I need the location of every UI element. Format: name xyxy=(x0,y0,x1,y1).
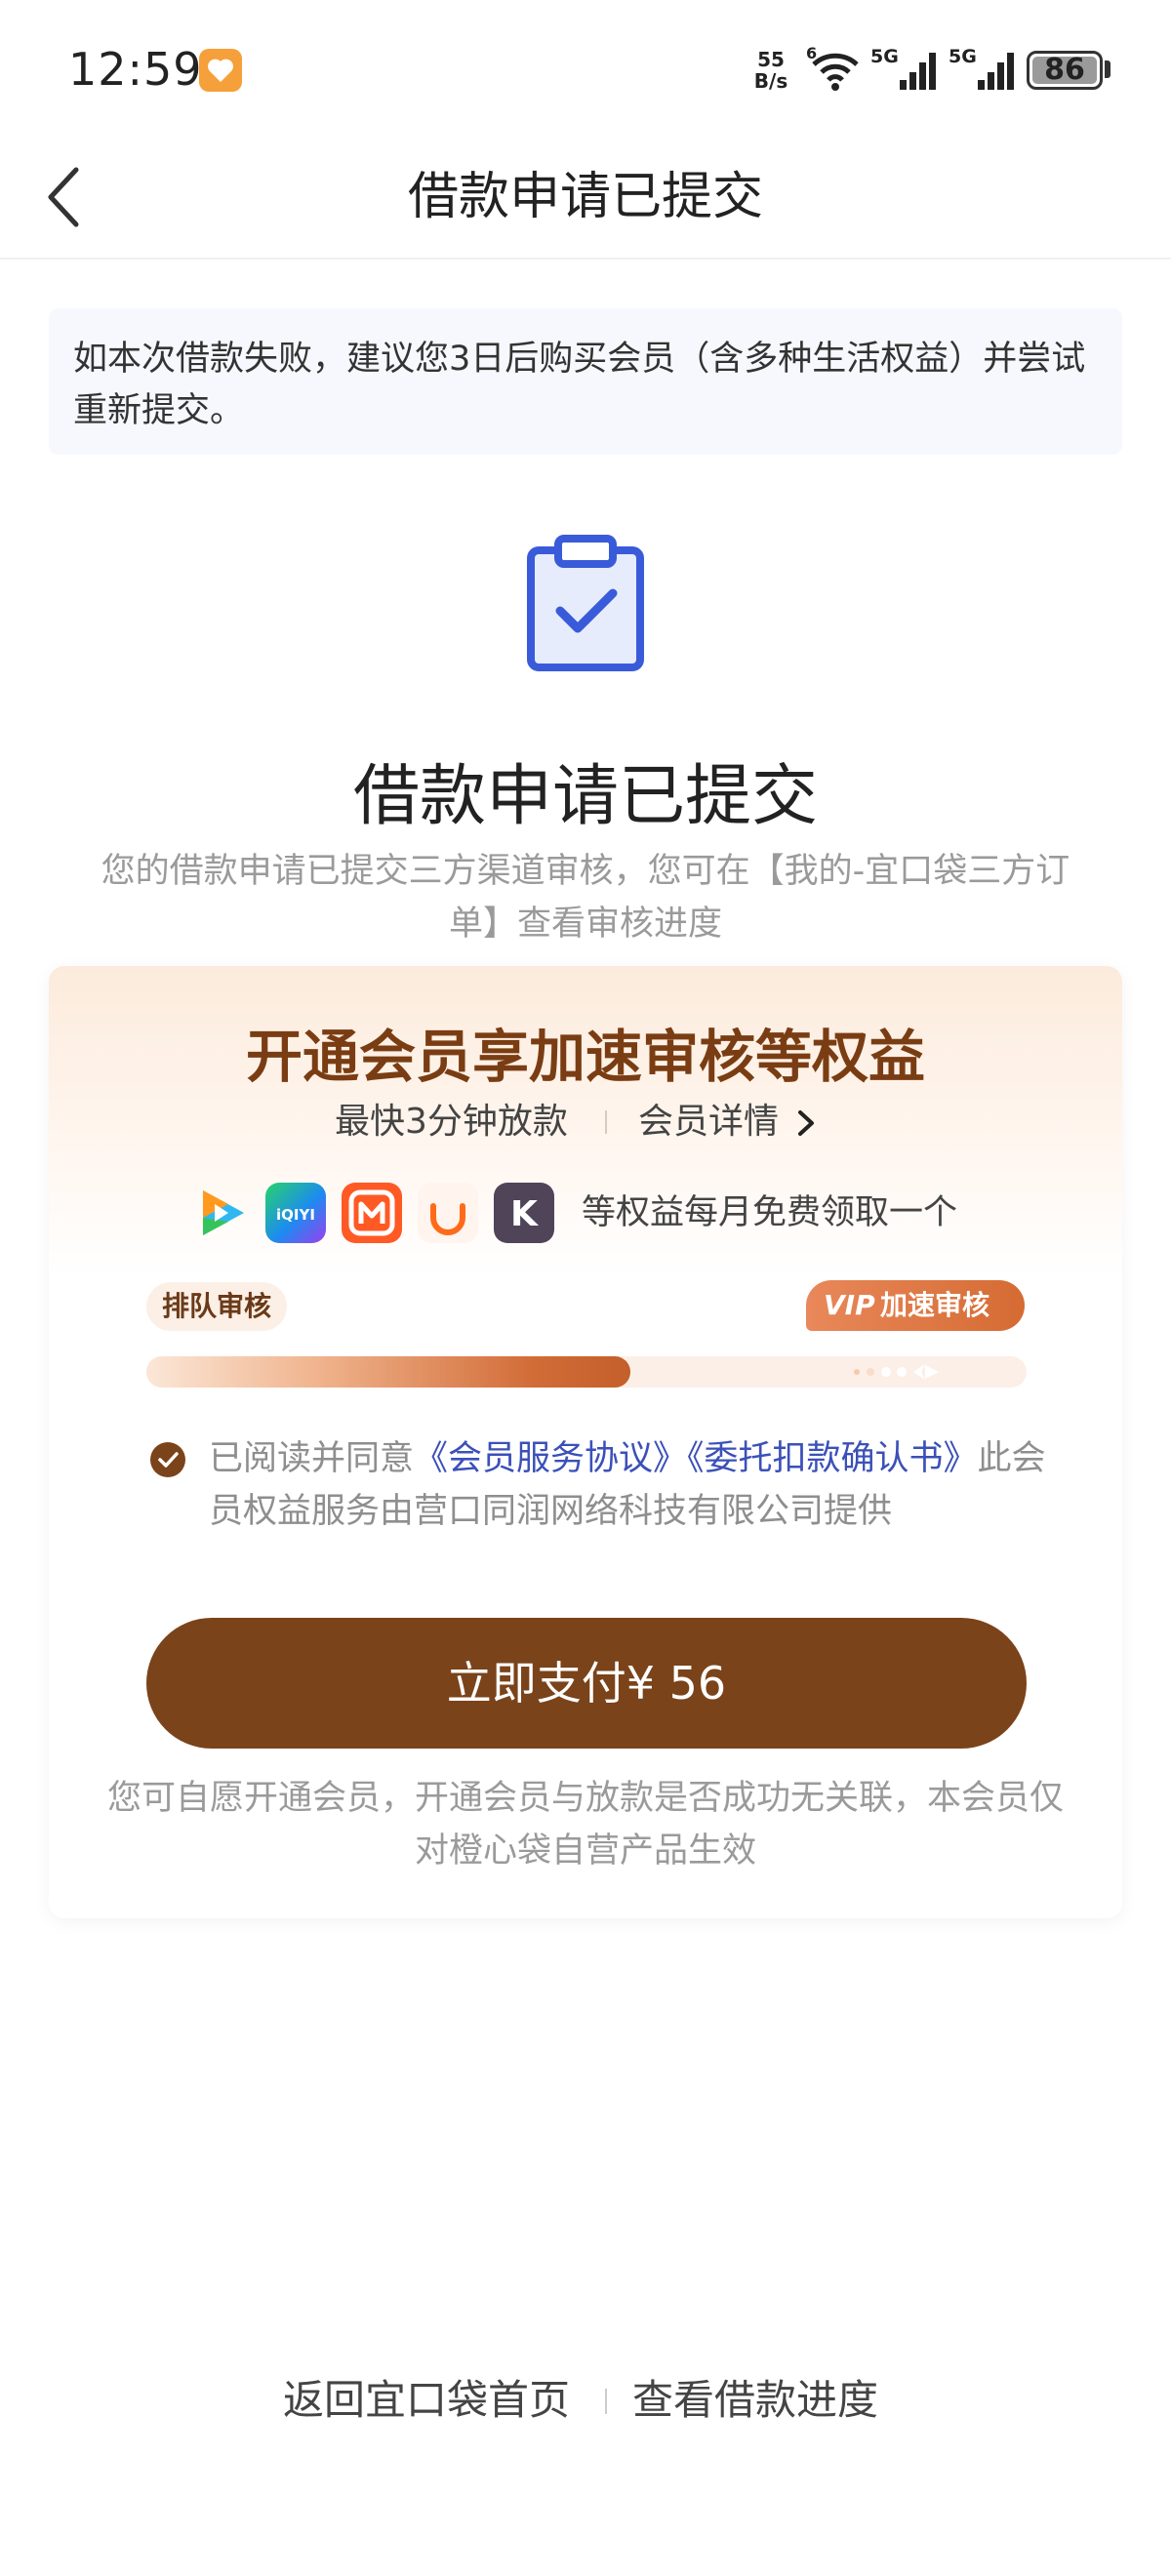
benefit-apps-text: 等权益每月免费领取一个 xyxy=(582,1193,958,1232)
mango-tv-icon xyxy=(342,1183,402,1243)
page-title: 借款申请已提交 xyxy=(407,168,763,226)
vip-detail-link[interactable]: 会员详情 xyxy=(638,1095,779,1149)
divider xyxy=(605,1110,607,1134)
vip-logo: VIP xyxy=(824,1289,875,1321)
svg-text:iQIYI: iQIYI xyxy=(276,1206,315,1224)
signal-5g-icon: 5G xyxy=(949,46,1014,90)
vip-fast-review-label: 加速审核 xyxy=(880,1289,990,1321)
battery-level: 86 xyxy=(1044,53,1085,87)
network-speed: 55 B/s xyxy=(753,48,788,93)
chevron-left-icon xyxy=(48,167,79,227)
didi-icon xyxy=(418,1183,478,1243)
agreement-prefix: 已阅读并同意 xyxy=(209,1439,415,1478)
review-progress-bar xyxy=(146,1356,1027,1388)
vip-card: 开通会员享加速审核等权益 最快3分钟放款 会员详情 iQIYI K 等权益每月免… xyxy=(49,966,1122,1918)
failure-notice: 如本次借款失败，建议您3日后购买会员（含多种生活权益）并尝试重新提交。 xyxy=(49,308,1122,455)
benefit-apps-row: iQIYI K 等权益每月免费领取一个 xyxy=(49,1183,1122,1247)
svg-text:K: K xyxy=(510,1194,539,1234)
member-service-agreement-link[interactable]: 《会员服务协议》 xyxy=(414,1439,687,1478)
chevron-right-icon[interactable] xyxy=(794,1108,818,1138)
vip-subtitle-row: 最快3分钟放款 会员详情 xyxy=(49,1095,1122,1149)
result-title: 借款申请已提交 xyxy=(352,758,818,835)
back-button[interactable] xyxy=(39,158,107,236)
svg-text:5G: 5G xyxy=(870,46,899,67)
iqiyi-icon: iQIYI xyxy=(265,1183,326,1243)
tencent-video-icon xyxy=(191,1183,252,1243)
battery-icon: 86 xyxy=(1027,51,1103,90)
checkbox-checked-icon[interactable] xyxy=(150,1442,185,1477)
wifi-icon: 6 xyxy=(806,45,859,91)
result-description: 您的借款申请已提交三方渠道审核，您可在【我的-宜口袋三方订单】查看审核进度 xyxy=(101,852,1070,944)
vip-disclaimer: 您可自愿开通会员，开通会员与放款是否成功无关联，本会员仅对橙心袋自营产品生效 xyxy=(106,1779,1064,1871)
debit-authorization-link[interactable]: 《委托扣款确认书》 xyxy=(687,1439,978,1478)
footer-links: 返回宜口袋首页 查看借款进度 xyxy=(0,2373,1171,2428)
back-to-home-link[interactable]: 返回宜口袋首页 xyxy=(283,2373,570,2428)
rocket-icon xyxy=(854,1364,939,1380)
pay-now-button[interactable]: 立即支付¥ 56 xyxy=(146,1618,1027,1749)
clipboard-check-icon xyxy=(527,535,644,671)
health-app-icon xyxy=(199,49,242,92)
queue-review-tag: 排队审核 xyxy=(146,1282,288,1331)
vip-fast-review-tag: VIP 加速审核 xyxy=(806,1280,1025,1331)
review-progress-fill xyxy=(146,1356,631,1388)
svg-text:6: 6 xyxy=(806,45,817,62)
agreement-text: 已阅读并同意《会员服务协议》《委托扣款确认书》此会员权益服务由营口同润网络科技有… xyxy=(209,1432,1068,1538)
svg-text:5G: 5G xyxy=(949,46,977,67)
divider xyxy=(605,2389,607,2414)
status-bar: 12:59 55 B/s 6 5G 5G 86 xyxy=(0,0,1171,137)
vip-title: 开通会员享加速审核等权益 xyxy=(245,1024,925,1090)
keep-icon: K xyxy=(494,1183,554,1243)
view-loan-progress-link[interactable]: 查看借款进度 xyxy=(632,2373,878,2428)
status-time: 12:59 xyxy=(68,43,203,96)
vip-subtitle: 最快3分钟放款 xyxy=(335,1102,568,1142)
nav-header: 借款申请已提交 xyxy=(0,137,1171,260)
signal-5g-icon: 5G xyxy=(870,46,936,90)
